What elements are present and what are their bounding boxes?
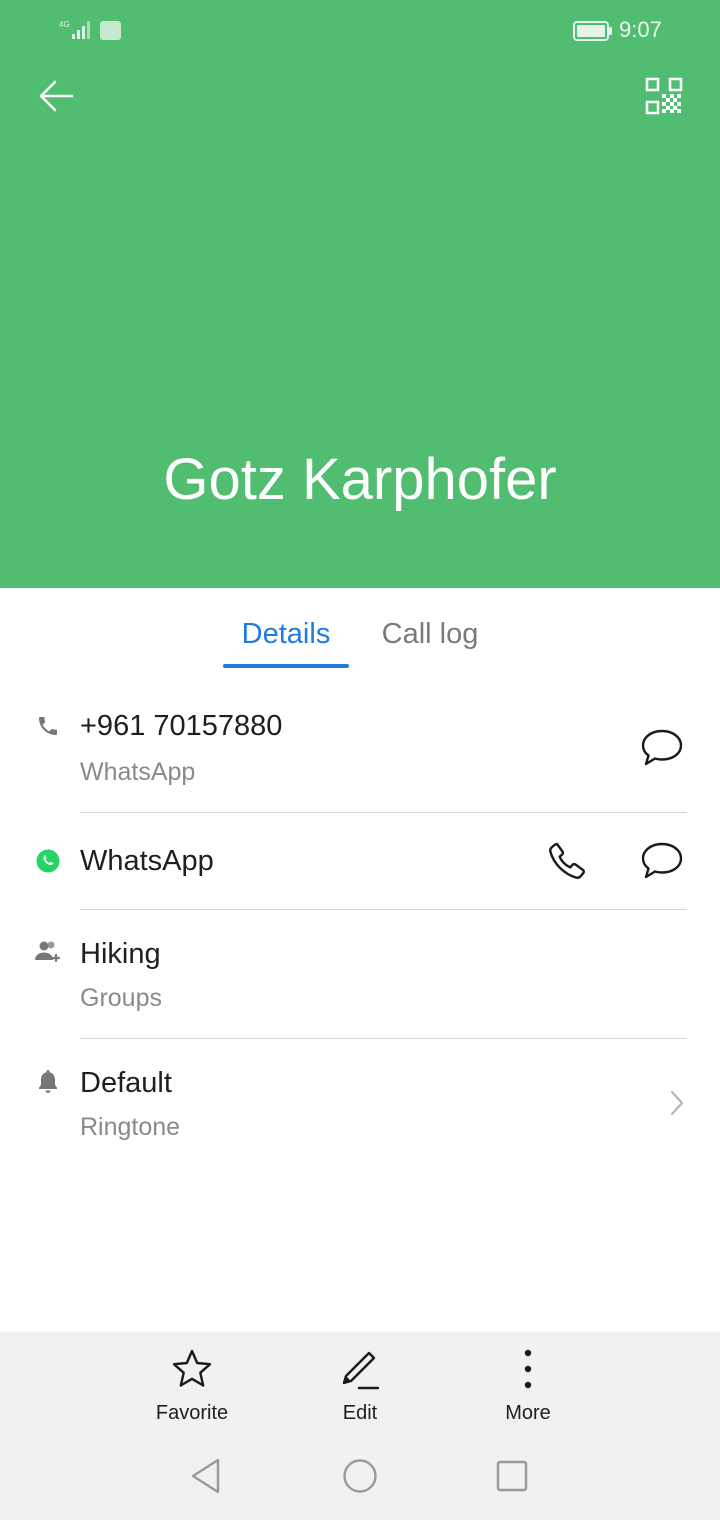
message-button[interactable]: [638, 724, 686, 772]
tab-bar: Details Call log: [0, 588, 720, 678]
qr-code-icon: [645, 77, 683, 115]
whatsapp-label: WhatsApp: [80, 845, 214, 877]
contact-name: Gotz Karphofer: [163, 447, 557, 512]
edit-label: Edit: [342, 1402, 378, 1424]
back-button[interactable]: [32, 72, 80, 120]
groups-label: Groups: [80, 984, 162, 1012]
nav-home-button[interactable]: [338, 1454, 382, 1498]
ringtone-label: Ringtone: [80, 1113, 181, 1141]
chevron-right-icon: [652, 1079, 700, 1127]
message-icon: [641, 729, 683, 766]
svg-text:4G: 4G: [59, 20, 70, 29]
tab-details[interactable]: Details: [223, 618, 349, 651]
hms-icon: [100, 21, 121, 40]
whatsapp-icon: [34, 847, 62, 875]
status-time: 9:07: [619, 17, 662, 42]
nav-recents-button[interactable]: [490, 1454, 534, 1498]
message-icon: [641, 842, 683, 879]
triangle-back-icon: [191, 1458, 220, 1494]
battery-icon: [573, 21, 613, 46]
favorite-label: Favorite: [155, 1402, 229, 1424]
ringtone-value: Default: [80, 1067, 172, 1099]
bottom-action-bar: Favorite Edit More: [0, 1332, 720, 1520]
more-button[interactable]: More: [468, 1346, 588, 1425]
edit-button[interactable]: Edit: [300, 1346, 420, 1425]
phone-icon: [34, 712, 62, 740]
bell-icon: [34, 1067, 62, 1095]
phone-call-icon: [549, 842, 586, 879]
favorite-button[interactable]: Favorite: [132, 1346, 252, 1425]
pencil-icon: [300, 1346, 420, 1392]
phone-number: +961 70157880: [80, 710, 283, 742]
group-name: Hiking: [80, 938, 161, 970]
tab-call-log[interactable]: Call log: [370, 618, 490, 651]
star-icon: [132, 1346, 252, 1392]
phone-number-label: WhatsApp: [80, 758, 196, 786]
ringtone-row[interactable]: Default Ringtone: [0, 1039, 720, 1159]
phone-number-row[interactable]: +961 70157880 WhatsApp: [0, 700, 720, 812]
circle-home-icon: [343, 1459, 377, 1493]
whatsapp-row[interactable]: WhatsApp: [0, 813, 720, 909]
nav-back-button[interactable]: [184, 1454, 228, 1498]
whatsapp-call-button[interactable]: [543, 837, 591, 885]
whatsapp-message-button[interactable]: [638, 837, 686, 885]
group-add-icon: [34, 938, 62, 966]
active-tab-indicator: [223, 664, 349, 668]
more-label: More: [505, 1402, 551, 1424]
more-vertical-icon: [468, 1346, 588, 1392]
signal-icon: 4G: [58, 18, 94, 45]
back-arrow-icon: [39, 80, 74, 112]
groups-row[interactable]: Hiking Groups: [0, 910, 720, 1038]
qr-code-button[interactable]: [640, 72, 688, 120]
contact-header: 4G 9:07 Gotz Karphofer: [0, 0, 720, 588]
square-recents-icon: [496, 1460, 528, 1492]
